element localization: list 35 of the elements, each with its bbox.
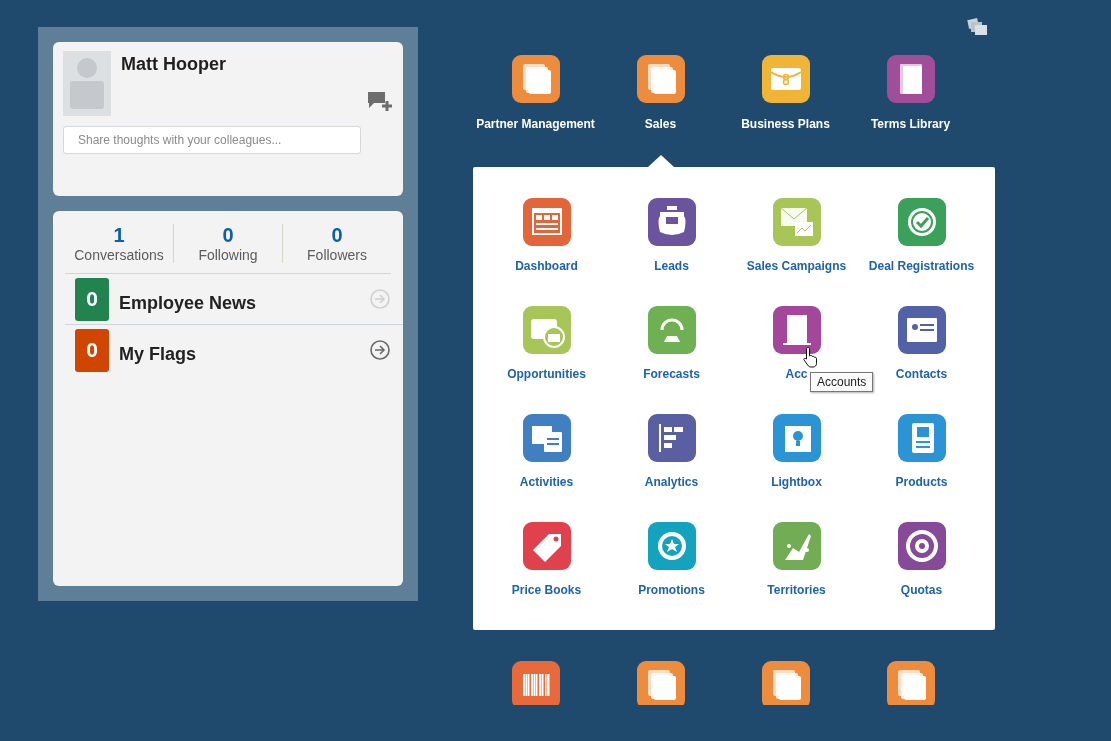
user-name: Matt Hooper [121,54,226,76]
tooltip: Accounts [810,372,874,392]
stat-count: 1 [113,224,125,247]
app-tile[interactable]: Terms Library [848,55,973,167]
stat-count: 0 [222,224,234,247]
avatar-silhouette [63,51,111,116]
stat-label: Conversations [74,247,164,263]
app-tile[interactable]: Analytics [609,414,734,494]
arrow-circle-icon[interactable] [370,340,390,360]
hand-cursor-icon [802,346,820,368]
feed-title: My Flags [119,343,198,365]
app-tile[interactable]: Price Books [484,522,609,602]
add-comment-icon[interactable] [367,91,393,113]
count-badge: 0 [75,328,109,372]
app-tile[interactable]: Business Plans [723,55,848,167]
app-tile[interactable]: Sales Campaigns [734,198,859,278]
app-tile[interactable]: Opportunities [484,306,609,386]
count-badge: 0 [75,277,109,321]
feed-title: Employee News [119,292,258,314]
app-tile[interactable]: Deal Registrations [859,198,984,278]
stacked-windows-icon[interactable] [967,16,988,36]
app-tile[interactable]: Territories [734,522,859,602]
stat-label: Followers [307,247,367,263]
app-tile[interactable]: Products [859,414,984,494]
app-tile[interactable]: Lightbox [734,414,859,494]
app-tile[interactable]: Dashboard [484,198,609,278]
app-tile[interactable]: Forecasts [609,306,734,386]
app-tile[interactable]: Promotions [609,522,734,602]
app-tile[interactable]: Quotas [859,522,984,602]
app-tile[interactable]: Leads [609,198,734,278]
app-tile[interactable]: Activities [484,414,609,494]
stat-label: Following [198,247,258,263]
share-field[interactable]: Share thoughts with your colleagues... [63,126,361,154]
stat-count: 0 [331,224,343,247]
app-tile[interactable]: Partner Management [473,55,598,167]
